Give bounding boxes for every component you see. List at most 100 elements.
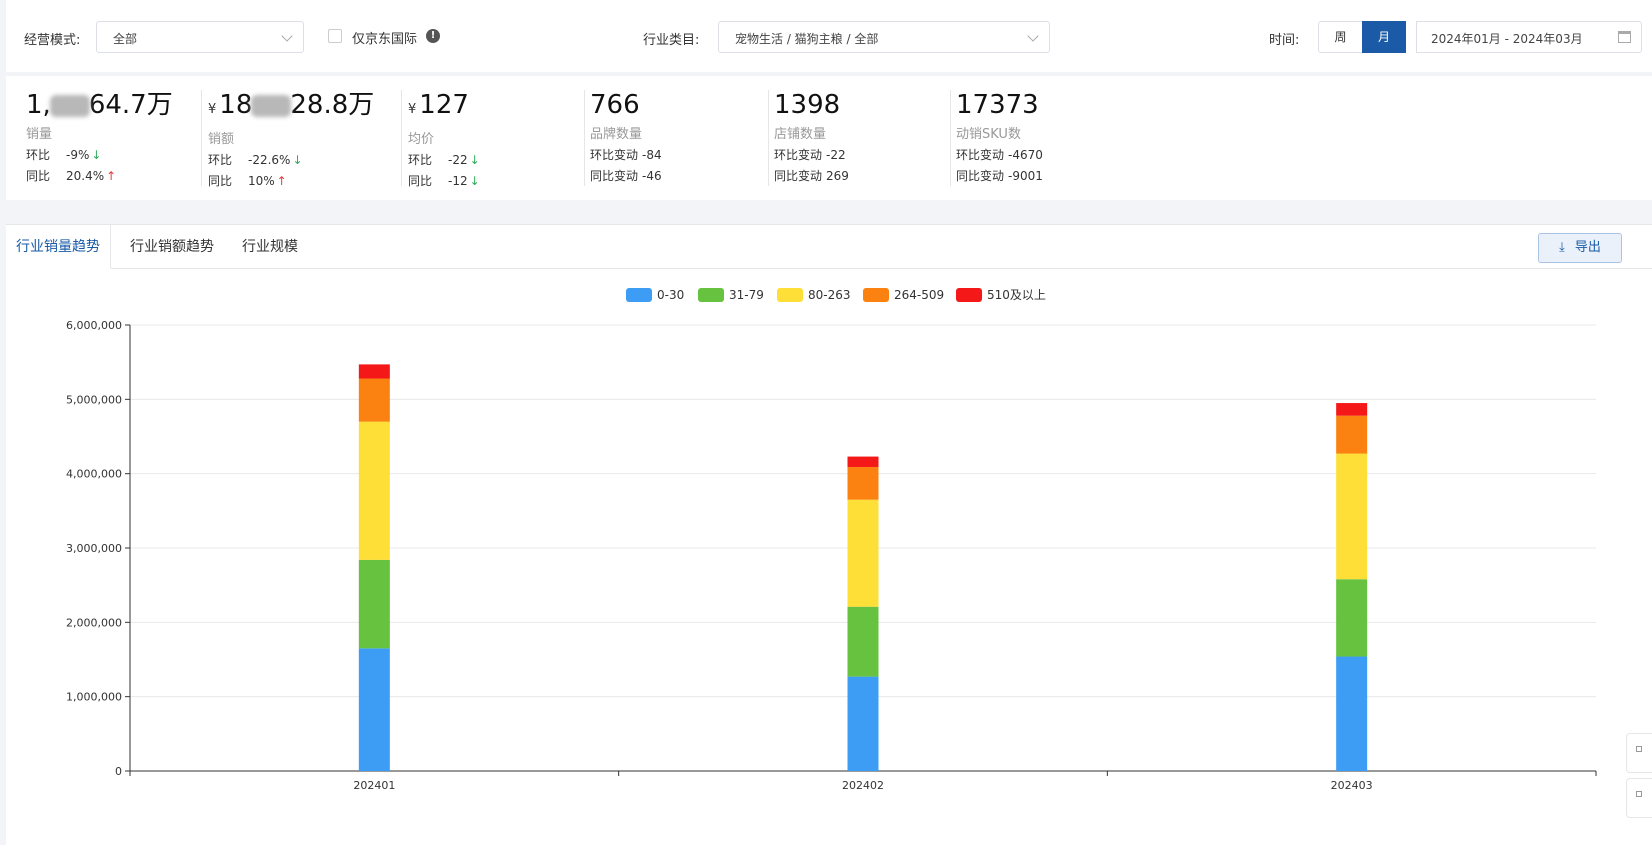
- kpi-divider: [201, 90, 202, 186]
- tab-sales-trend[interactable]: 行业销额趋势: [120, 225, 224, 269]
- jd-intl-label: 仅京东国际: [352, 32, 418, 47]
- kpi-compare-2-value: -9001: [1008, 169, 1043, 183]
- kpi-compare-2: 同比变动 -46: [590, 167, 662, 184]
- date-range-value: 2024年01月 - 2024年03月: [1431, 32, 1583, 46]
- kpi-compare-2-value: 269: [826, 169, 849, 183]
- bar-segment: [847, 606, 879, 677]
- bar-segment: [1336, 656, 1368, 771]
- kpi-value: 17373: [956, 88, 1043, 122]
- kpi-compare-1-label: 环比变动: [956, 148, 1005, 162]
- kpi-compare-1: 环比 -9% ↓: [26, 146, 173, 163]
- kpi-compare-1-value: -22: [448, 153, 468, 167]
- kpi-value-head: 1398: [774, 90, 841, 120]
- chevron-down-icon: [1027, 30, 1039, 42]
- kpi-card: 17373 动销SKU数 环比变动 -4670 同比变动 -9001: [956, 88, 1043, 184]
- sales-volume-chart: 0-30 31-79 80-263 264-509 510及以上 0 1,000,000 2,…: [66, 288, 1597, 792]
- side-tool-top-button[interactable]: [1626, 778, 1652, 818]
- filter-bar: 经营模式: 全部 仅京东国际 ! 行业类目: 宠物生活 / 猫狗主粮 / 全部 …: [6, 0, 1652, 72]
- bar-segment: [358, 378, 390, 422]
- legend-swatch: [956, 288, 982, 302]
- mode-label: 经营模式:: [24, 33, 81, 48]
- kpi-compare-1: 环比 -22 ↓: [408, 151, 480, 168]
- kpi-compare-2: 同比变动 269: [774, 167, 849, 184]
- jd-intl-checkbox[interactable]: [328, 29, 342, 43]
- y-tick-label: 1,000,000: [66, 691, 122, 704]
- mode-select-value: 全部: [113, 32, 138, 46]
- kpi-compare-2: 同比 20.4% ↑: [26, 167, 173, 184]
- kpi-compare-1: 环比变动 -4670: [956, 146, 1043, 163]
- legend-label: 31-79: [729, 288, 764, 302]
- kpi-value: 1, 64.7万: [26, 88, 173, 122]
- y-tick-label: 0: [115, 765, 122, 778]
- kpi-compare-1-value: -4670: [1008, 148, 1043, 162]
- currency-symbol: ¥: [208, 102, 217, 117]
- grid-icon: [1636, 746, 1642, 752]
- y-tick-label: 2,000,000: [66, 616, 122, 629]
- mode-select[interactable]: 全部: [96, 21, 304, 53]
- bar-segment: [358, 364, 390, 379]
- kpi-compare-1-label: 环比: [408, 153, 433, 167]
- kpi-value-head: 1,: [26, 90, 51, 120]
- time-label: 时间:: [1269, 33, 1300, 48]
- kpi-compare-1: 环比 -22.6% ↓: [208, 151, 374, 168]
- kpi-summary: 1, 64.7万 销量 环比 -9% ↓ 同比 20.4% ↑ ¥18 28.8万 销额 环比 -22.6…: [6, 76, 1652, 200]
- date-range-picker[interactable]: 2024年01月 - 2024年03月: [1416, 21, 1642, 53]
- kpi-compare-2-label: 同比变动: [774, 169, 823, 183]
- redacted-digits: [251, 94, 292, 117]
- legend-label: 510及以上: [987, 288, 1046, 302]
- category-label: 行业类目:: [643, 33, 700, 48]
- bar-segment: [1336, 415, 1368, 454]
- legend-swatch: [863, 288, 889, 302]
- category-select-value: 宠物生活 / 猫狗主粮 / 全部: [735, 32, 879, 46]
- kpi-compare-2-value: 10%: [248, 174, 275, 188]
- kpi-compare-2-label: 同比变动: [956, 169, 1005, 183]
- kpi-compare-2-value: -12: [448, 174, 468, 188]
- arrow-down-icon: ↓: [469, 174, 480, 188]
- legend-label: 264-509: [894, 288, 944, 302]
- kpi-compare-2-value: 20.4%: [66, 169, 105, 183]
- chevron-down-icon: [281, 30, 293, 42]
- kpi-divider: [768, 90, 769, 186]
- kpi-compare-2-label: 同比: [26, 169, 51, 183]
- arrow-down-icon: ↓: [292, 153, 303, 167]
- legend-label: 80-263: [808, 288, 851, 302]
- arrow-down-icon: ↓: [469, 153, 480, 167]
- kpi-compare-1-value: -22: [826, 148, 846, 162]
- kpi-compare-2: 同比 -12 ↓: [408, 172, 480, 189]
- side-tool-grid-button[interactable]: [1626, 733, 1652, 773]
- arrow-up-icon: ↑: [276, 174, 287, 188]
- redacted-digits: [49, 94, 90, 117]
- export-button[interactable]: ⤓ 导出: [1538, 233, 1622, 263]
- bar-segment: [1336, 453, 1368, 580]
- kpi-card: ¥18 28.8万 销额 环比 -22.6% ↓ 同比 10% ↑: [208, 88, 374, 189]
- bar-segment: [847, 466, 879, 500]
- info-icon: !: [426, 29, 440, 43]
- kpi-card: 1398 店铺数量 环比变动 -22 同比变动 269: [774, 88, 849, 184]
- kpi-compare-1-value: -22.6%: [248, 153, 291, 167]
- y-tick-label: 6,000,000: [66, 319, 122, 332]
- legend-label: 0-30: [657, 288, 684, 302]
- tab-volume-trend[interactable]: 行业销量趋势: [6, 225, 111, 269]
- category-select[interactable]: 宠物生活 / 猫狗主粮 / 全部: [718, 21, 1050, 53]
- kpi-name: 品牌数量: [590, 127, 643, 142]
- legend-swatch: [698, 288, 724, 302]
- currency-symbol: ¥: [408, 102, 417, 117]
- y-tick-label: 3,000,000: [66, 542, 122, 555]
- kpi-compare-2: 同比 10% ↑: [208, 172, 374, 189]
- kpi-divider: [401, 90, 402, 186]
- kpi-name: 动销SKU数: [956, 127, 1021, 142]
- download-icon: ⤓: [1559, 240, 1565, 255]
- tab-bar: 行业销量趋势 行业销额趋势 行业规模 ⤓ 导出: [6, 225, 1652, 269]
- bar-segment: [847, 456, 879, 467]
- period-week-button[interactable]: 周: [1318, 21, 1363, 53]
- kpi-value: 766: [590, 88, 662, 122]
- tab-scale[interactable]: 行业规模: [232, 225, 308, 269]
- kpi-name: 销额: [208, 132, 235, 147]
- bar-segment: [358, 559, 390, 649]
- kpi-compare-1-label: 环比变动: [774, 148, 823, 162]
- period-month-button[interactable]: 月: [1362, 21, 1406, 53]
- kpi-name: 均价: [408, 132, 435, 147]
- kpi-value-head: 17373: [956, 90, 1039, 120]
- kpi-name: 销量: [26, 127, 53, 142]
- bar-segment: [847, 676, 879, 771]
